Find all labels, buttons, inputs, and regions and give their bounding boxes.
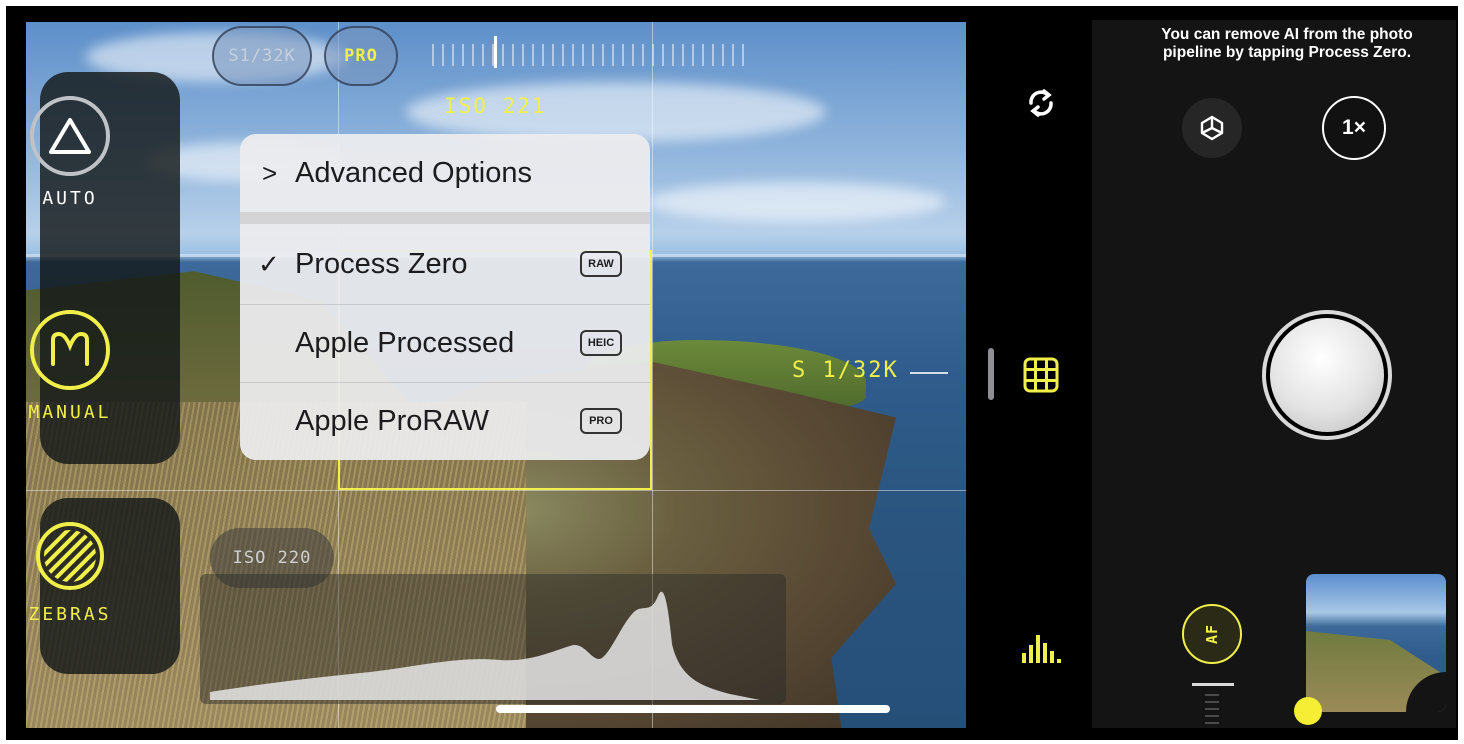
heic-badge: HEIC xyxy=(580,330,622,356)
shutter-marker xyxy=(910,372,948,374)
autofocus-button[interactable]: AF xyxy=(1182,604,1242,664)
mode-label: ZEBRAS xyxy=(28,604,112,625)
mode-manual[interactable]: MANUAL xyxy=(0,310,140,423)
m-icon xyxy=(30,310,110,390)
menu-item-process-zero[interactable]: ✓ Process Zero RAW xyxy=(240,224,650,304)
shutter-pill[interactable]: S1/32K xyxy=(212,26,312,86)
exposure-dial-marker xyxy=(494,36,497,68)
chevron-right-icon: > xyxy=(262,157,278,188)
lens-zoom-button[interactable]: 1× xyxy=(1322,96,1386,160)
caption-text: You can remove AI from the photo pipelin… xyxy=(1161,26,1413,61)
shutter-readout: S 1/32K xyxy=(792,358,899,383)
menu-item-label: Apple Processed xyxy=(295,326,515,359)
drag-handle[interactable] xyxy=(988,348,994,400)
menu-item-label: Process Zero xyxy=(295,247,468,280)
mode-auto[interactable]: AUTO xyxy=(0,96,140,209)
pro-badge: PRO xyxy=(580,408,622,434)
menu-item-label: Advanced Options xyxy=(295,156,532,189)
mode-label: AUTO xyxy=(42,188,98,209)
histogram xyxy=(200,574,786,704)
zebras-icon xyxy=(30,516,110,596)
format-menu: > Advanced Options ✓ Process Zero RAW Ap… xyxy=(240,134,650,460)
home-indicator[interactable] xyxy=(496,705,890,713)
cloud xyxy=(646,182,946,222)
menu-item-apple-processed[interactable]: Apple Processed HEIC xyxy=(240,304,650,382)
focus-indicator xyxy=(1192,683,1234,686)
last-photo-thumbnail[interactable] xyxy=(1306,574,1446,712)
grid-line xyxy=(26,490,966,491)
shutter-button[interactable] xyxy=(1270,318,1384,432)
pro-pill[interactable]: PRO xyxy=(324,26,398,86)
exposure-dial-ticks[interactable] xyxy=(432,44,752,66)
iso-readout: ISO 221 xyxy=(444,94,547,118)
status-dot xyxy=(1294,697,1322,725)
hexagon-icon[interactable] xyxy=(1182,98,1242,158)
af-label: AF xyxy=(1203,623,1221,645)
triangle-icon xyxy=(30,96,110,176)
menu-item-apple-proraw[interactable]: Apple ProRAW PRO xyxy=(240,382,650,460)
histogram-icon[interactable] xyxy=(1016,628,1066,668)
focus-scale[interactable] xyxy=(1205,694,1219,728)
menu-divider xyxy=(240,212,650,224)
menu-item-label: Apple ProRAW xyxy=(295,404,489,437)
mode-label: MANUAL xyxy=(28,402,112,423)
grid-icon[interactable] xyxy=(1018,352,1064,398)
rotate-icon[interactable] xyxy=(1016,80,1066,126)
advanced-options-item[interactable]: > Advanced Options xyxy=(240,134,650,212)
mode-zebras[interactable]: ZEBRAS xyxy=(0,516,140,625)
raw-badge: RAW xyxy=(580,251,622,277)
checkmark-icon: ✓ xyxy=(258,248,280,279)
